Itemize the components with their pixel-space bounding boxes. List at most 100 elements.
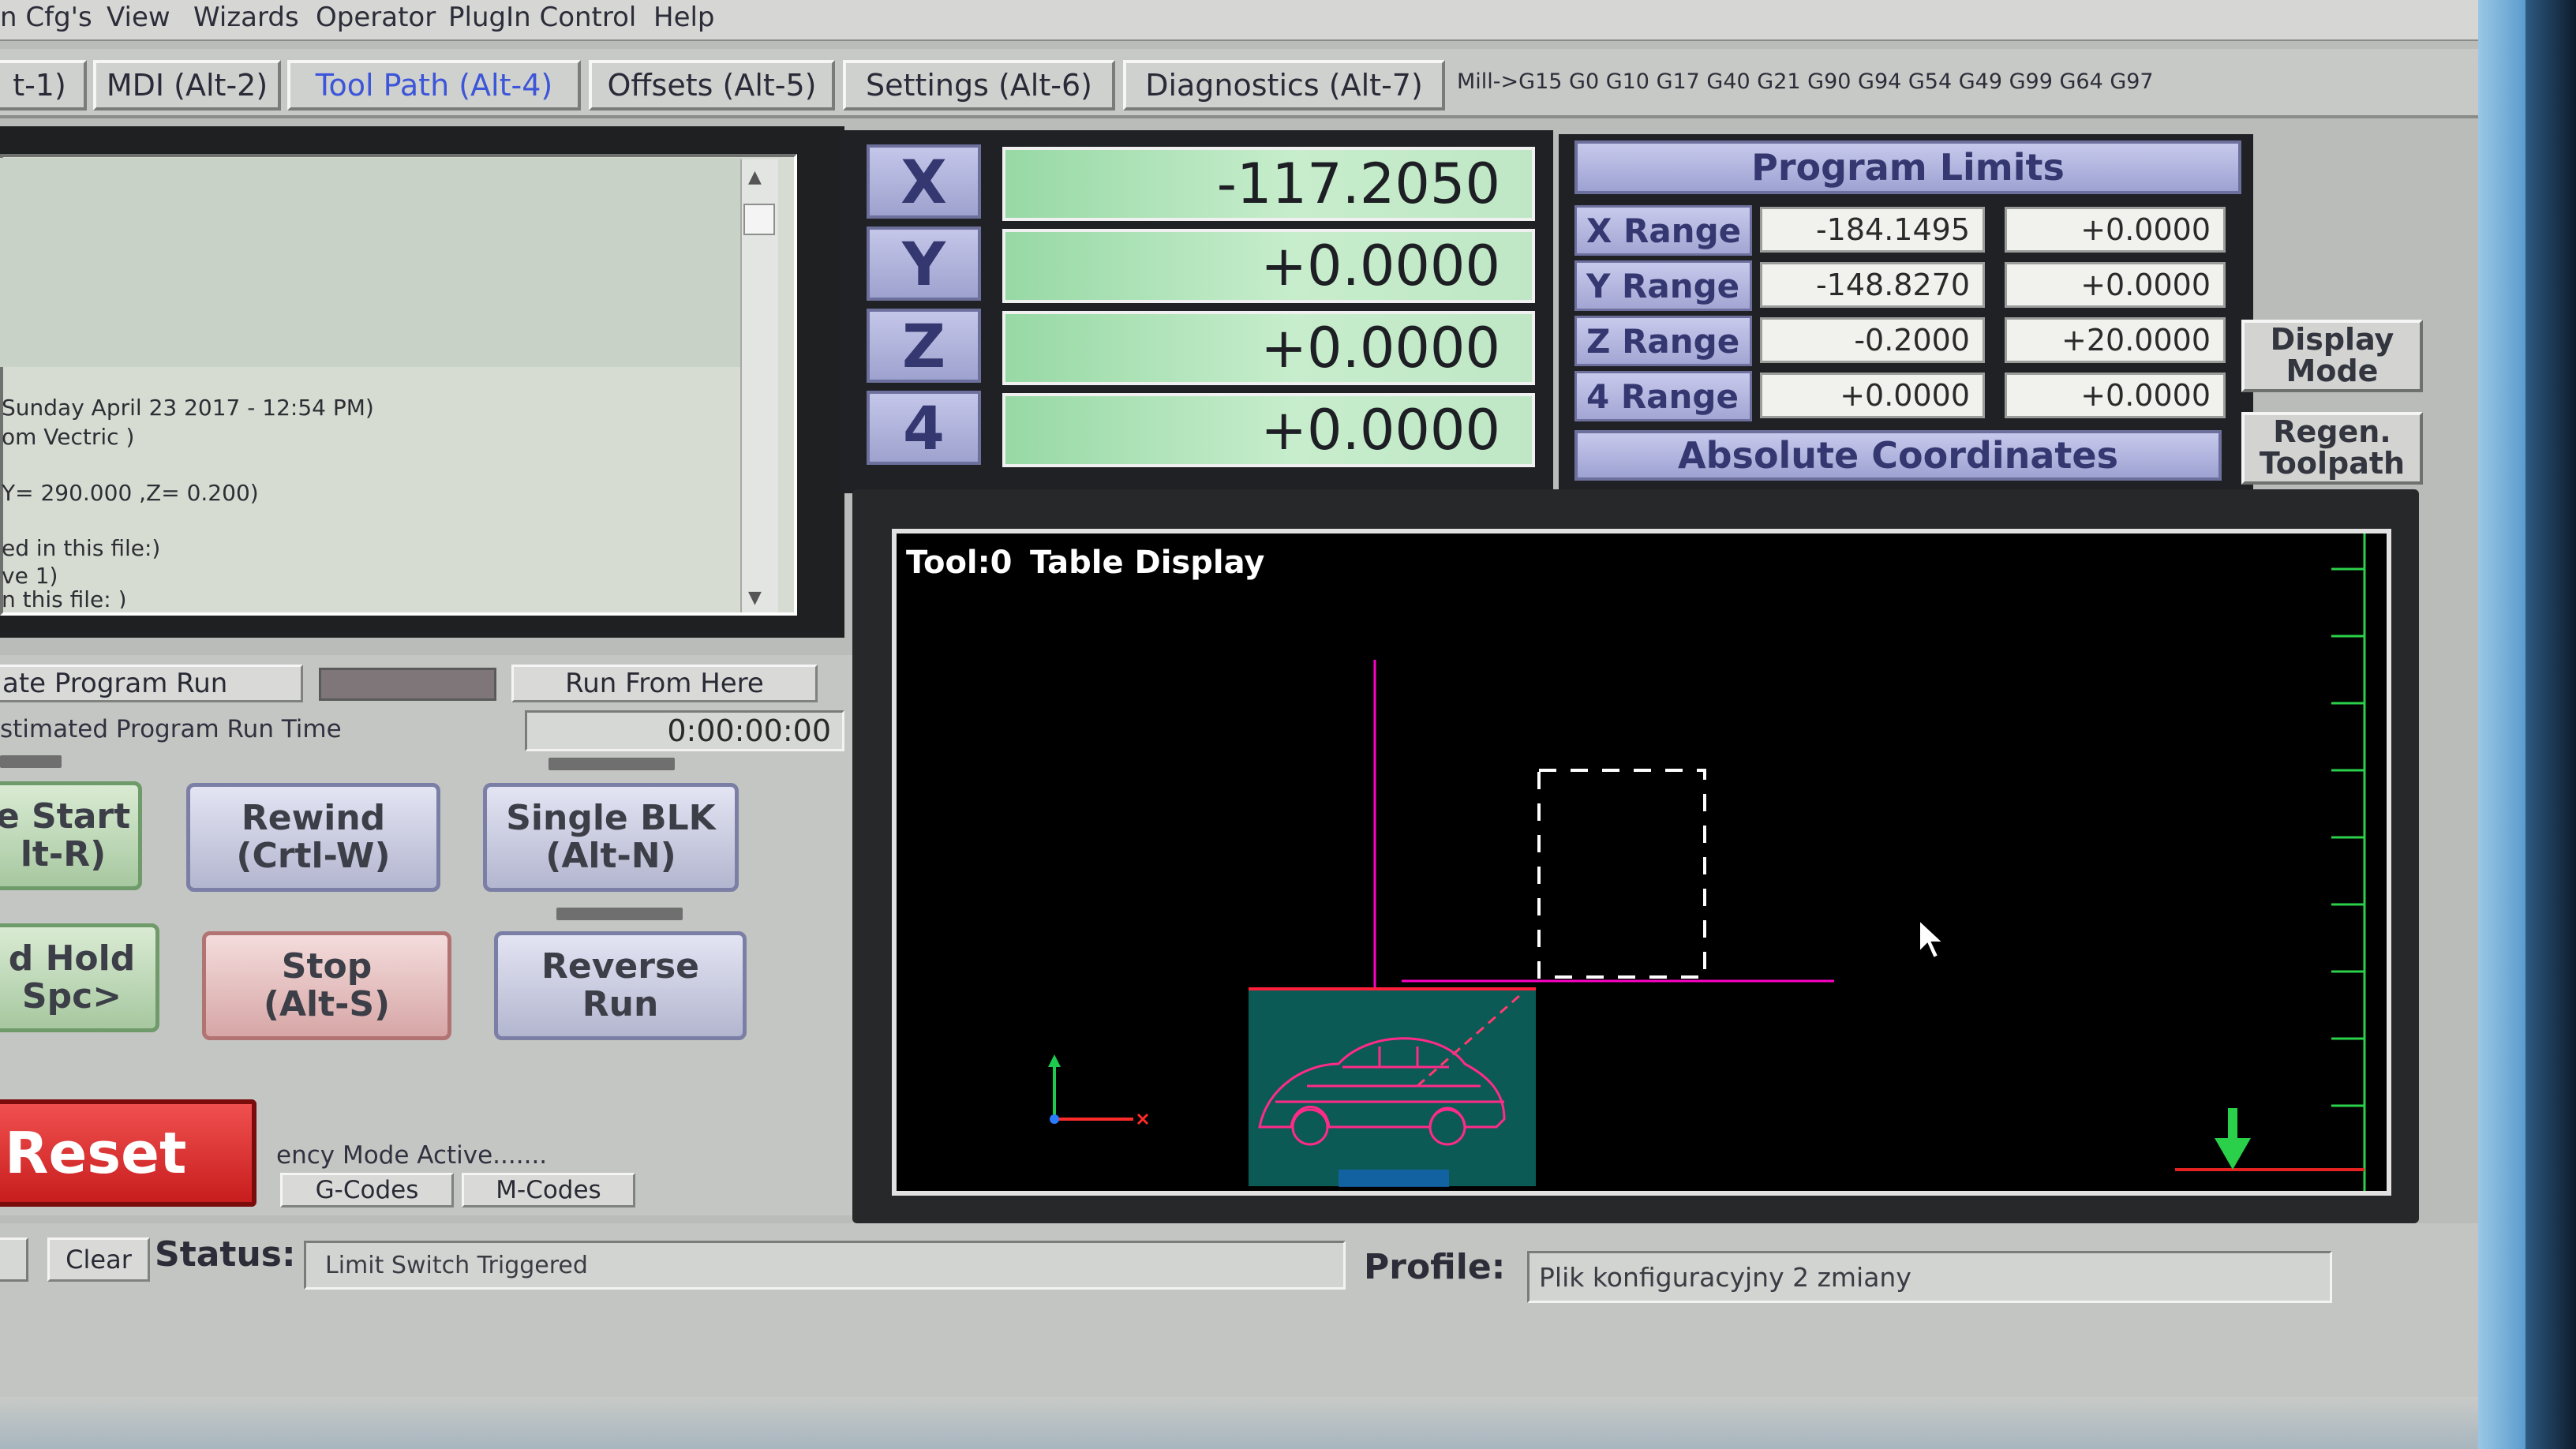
toolpath-title: Table Display [1030, 545, 1265, 581]
4-range-max: +0.0000 [2005, 373, 2226, 418]
history-button[interactable] [0, 1237, 28, 1282]
display-mode-label: Display [2270, 322, 2394, 358]
program-limits-title: Program Limits [1574, 140, 2241, 194]
profile-label: Profile: [1364, 1247, 1506, 1287]
single-blk-label: Single BLK [506, 797, 716, 838]
dro-axis-y-label[interactable]: Y [867, 227, 981, 301]
simulate-led [319, 668, 496, 701]
toolpath-tool-label: Tool:0 [906, 545, 1013, 581]
4-range-label: 4 Range [1574, 371, 1752, 421]
z-scale-ruler [2331, 534, 2366, 1191]
reverse-run-led [556, 908, 683, 920]
z-range-label: Z Range [1574, 316, 1752, 366]
tab-settings[interactable]: Settings (Alt-6) [843, 60, 1115, 110]
dro-y-value[interactable]: +0.0000 [1002, 229, 1535, 303]
estimated-run-time-label: stimated Program Run Time [0, 715, 342, 743]
car-label-block [1339, 1170, 1449, 1187]
gcode-line: om Vectric ) [2, 424, 135, 450]
reset-button[interactable]: Reset [0, 1099, 256, 1207]
dro-4-value[interactable]: +0.0000 [1002, 393, 1535, 467]
regen-label-2: Toolpath [2259, 446, 2406, 481]
z-range-min: -0.2000 [1760, 317, 1985, 363]
dro-z-value[interactable]: +0.0000 [1002, 311, 1535, 385]
dro-x-value[interactable]: -117.2050 [1002, 147, 1535, 221]
display-mode-button[interactable]: Display Mode [2241, 320, 2423, 392]
modal-codes-line: Mill->G15 G0 G10 G17 G40 G21 G90 G94 G54… [1457, 69, 2154, 94]
gcodes-button[interactable]: G-Codes [280, 1173, 454, 1208]
tab-offsets[interactable]: Offsets (Alt-5) [589, 60, 835, 110]
tab-diagnostics[interactable]: Diagnostics (Alt-7) [1123, 60, 1445, 110]
tab-program-run[interactable]: t-1) [0, 60, 87, 110]
y-range-max: +0.0000 [2005, 262, 2226, 308]
feed-hold-shortcut: Spc> [21, 976, 122, 1017]
single-blk-button[interactable]: Single BLK (Alt-N) [483, 783, 739, 892]
gcode-line: ed in this file:) [2, 535, 161, 561]
cycle-start-shortcut: lt-R) [20, 834, 107, 874]
menu-config[interactable]: n Cfg's [0, 2, 92, 33]
single-blk-led [549, 758, 675, 770]
program-boundary-rect [1537, 769, 1706, 979]
y-range-label: Y Range [1574, 260, 1752, 311]
emergency-mode-label: ency Mode Active....... [276, 1141, 548, 1170]
scroll-thumb[interactable] [743, 204, 775, 235]
profile-name: Plik konfiguracyjny 2 zmiany [1527, 1251, 2332, 1303]
stop-shortcut: (Alt-S) [263, 984, 391, 1024]
simulate-program-run-button[interactable]: ate Program Run [0, 665, 303, 702]
single-blk-shortcut: (Alt-N) [545, 836, 676, 876]
menu-wizards[interactable]: Wizards [193, 2, 299, 33]
run-from-here-button[interactable]: Run From Here [511, 665, 818, 702]
gcode-line: Sunday April 23 2017 - 12:54 PM) [2, 395, 374, 421]
reverse-run-button[interactable]: Reverse Run [494, 931, 747, 1040]
mouse-cursor-icon [1919, 918, 1945, 960]
clear-status-button[interactable]: Clear [47, 1237, 150, 1282]
gcode-current-line [0, 158, 742, 367]
cycle-start-button[interactable]: e Start lt-R) [0, 781, 142, 890]
reverse-run-label: Reverse [541, 945, 699, 987]
window-bottom-edge [0, 1397, 2525, 1449]
gcode-line: n this file: ) [2, 586, 127, 608]
x-range-label: X Range [1574, 205, 1752, 256]
regen-label: Regen. [2273, 414, 2391, 450]
cycle-start-led [0, 755, 62, 768]
estimated-run-time-value: 0:00:00:00 [525, 710, 844, 751]
display-mode-label-2: Mode [2286, 354, 2379, 388]
absolute-coordinates-toggle[interactable]: Absolute Coordinates [1574, 430, 2222, 481]
cycle-start-label: e Start [0, 796, 131, 837]
tool-position-arrow-icon [2215, 1108, 2251, 1170]
gcode-line: Y= 290.000 ,Z= 0.200) [2, 480, 259, 506]
tab-mdi[interactable]: MDI (Alt-2) [93, 60, 281, 110]
reverse-run-label-2: Run [582, 984, 659, 1024]
y-range-min: -148.8270 [1760, 262, 1985, 308]
rewind-label: Rewind [241, 797, 386, 838]
mcodes-button[interactable]: M-Codes [462, 1173, 635, 1208]
toolpath-canvas[interactable] [897, 534, 2387, 1191]
dro-axis-4-label[interactable]: 4 [867, 391, 981, 465]
dro-axis-x-label[interactable]: X [867, 144, 981, 219]
menu-view[interactable]: View [107, 2, 170, 33]
menu-operator[interactable]: Operator [316, 2, 436, 33]
status-message: Limit Switch Triggered [304, 1241, 1346, 1290]
x-range-max: +0.0000 [2005, 207, 2226, 253]
scroll-up-icon[interactable]: ▲ [748, 167, 762, 187]
feed-hold-label: d Hold [8, 938, 136, 979]
feed-hold-button[interactable]: d Hold Spc> [0, 923, 159, 1032]
regen-toolpath-button[interactable]: Regen. Toolpath [2241, 412, 2423, 485]
gcode-line: ve 1) [2, 563, 58, 589]
menu-bar: n Cfg's View Wizards Operator PlugIn Con… [0, 0, 2576, 41]
rewind-shortcut: (Crtl-W) [236, 836, 391, 876]
window-border [2478, 0, 2525, 1449]
x-range-min: -184.1495 [1760, 207, 1985, 253]
gcode-scrollbar[interactable]: ▲ ▼ [740, 159, 778, 612]
status-label: Status: [155, 1234, 296, 1275]
scroll-down-icon[interactable]: ▼ [748, 588, 762, 608]
dro-axis-z-label[interactable]: Z [867, 309, 981, 383]
4-range-min: +0.0000 [1760, 373, 1985, 418]
rewind-button[interactable]: Rewind (Crtl-W) [186, 783, 440, 892]
monitor-bezel [2525, 0, 2576, 1449]
tab-tool-path[interactable]: Tool Path (Alt-4) [287, 60, 581, 110]
stop-label: Stop [281, 945, 373, 987]
menu-plugin-control[interactable]: PlugIn Control [448, 2, 636, 33]
z-range-max: +20.0000 [2005, 317, 2226, 363]
menu-help[interactable]: Help [653, 2, 715, 33]
stop-button[interactable]: Stop (Alt-S) [202, 931, 451, 1040]
